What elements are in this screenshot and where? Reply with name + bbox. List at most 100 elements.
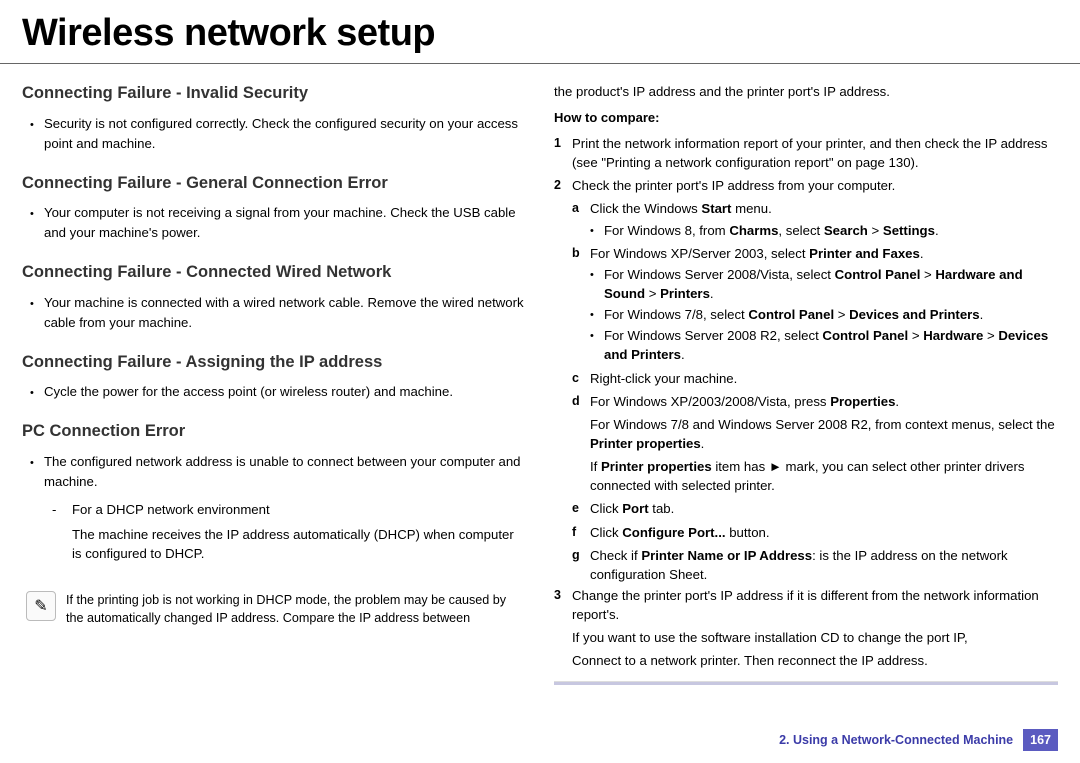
dash-text: For a DHCP network environment	[72, 500, 526, 519]
t: Printer properties	[590, 436, 701, 451]
tail-paragraph: Connect to a network printer. Then recon…	[572, 651, 1058, 670]
t: Click	[590, 525, 622, 540]
t: Printer Name or IP Address	[641, 548, 812, 563]
right-column: the product's IP address and the printer…	[554, 82, 1058, 685]
substep-text: For Windows XP/Server 2003, select Print…	[590, 244, 1058, 263]
sub-paragraph: The machine receives the IP address auto…	[72, 525, 526, 563]
bullet-item: • The configured network address is unab…	[30, 452, 526, 492]
page-title: Wireless network setup	[0, 0, 1080, 64]
t: For Windows Server 2008/Vista, select	[604, 267, 835, 282]
content-columns: Connecting Failure - Invalid Security • …	[0, 64, 1080, 685]
substep-d: d For Windows XP/2003/2008/Vista, press …	[572, 392, 1058, 411]
substep-letter: d	[572, 392, 590, 411]
t: tab.	[649, 501, 675, 516]
bullet-dot-icon: •	[30, 203, 44, 243]
substep-letter: f	[572, 523, 590, 542]
t: Control Panel	[748, 307, 834, 322]
sub-dash-item: - For a DHCP network environment	[52, 500, 526, 519]
step-text: Check the printer port's IP address from…	[572, 176, 1058, 195]
substep-b: b For Windows XP/Server 2003, select Pri…	[572, 244, 1058, 263]
t: For Windows 7/8 and Windows Server 2008 …	[590, 417, 1055, 432]
step-3: 3 Change the printer port's IP address i…	[554, 586, 1058, 624]
t: If	[590, 459, 601, 474]
footer-chapter: 2. Using a Network-Connected Machine	[779, 733, 1013, 747]
substep-f: f Click Configure Port... button.	[572, 523, 1058, 542]
bullet-item: • Cycle the power for the access point (…	[30, 382, 526, 402]
t: button.	[726, 525, 770, 540]
inner-bullet: • For Windows Server 2008/Vista, select …	[590, 265, 1058, 303]
t: .	[920, 246, 924, 261]
t: menu.	[731, 201, 771, 216]
substep-text: Right-click your machine.	[590, 369, 1058, 388]
section-heading: PC Connection Error	[22, 420, 526, 444]
bullet-text: Your machine is connected with a wired n…	[44, 293, 526, 333]
substep-g: g Check if Printer Name or IP Address: i…	[572, 546, 1058, 584]
section-heading: Connecting Failure - General Connection …	[22, 172, 526, 196]
bullet-dot-icon: •	[590, 326, 604, 364]
page-footer: 2. Using a Network-Connected Machine 167	[779, 729, 1058, 751]
t: Configure Port...	[622, 525, 725, 540]
t: Click the Windows	[590, 201, 701, 216]
bullet-text: Cycle the power for the access point (or…	[44, 382, 526, 402]
inner-bullet: • For Windows 8, from Charms, select Sea…	[590, 221, 1058, 240]
note-icon: ✎	[26, 591, 56, 621]
substep-letter: c	[572, 369, 590, 388]
t: Check if	[590, 548, 641, 563]
t: Start	[701, 201, 731, 216]
t: For Windows XP/2003/2008/Vista, press	[590, 394, 830, 409]
substep-text: Click the Windows Start menu.	[590, 199, 1058, 218]
t: Printer properties	[601, 459, 712, 474]
bullet-dot-icon: •	[590, 305, 604, 324]
substep-text: Check if Printer Name or IP Address: is …	[590, 546, 1058, 584]
substep-letter: g	[572, 546, 590, 584]
bullet-dot-icon: •	[30, 452, 44, 492]
t: Control Panel	[835, 267, 921, 282]
inner-bullet: • For Windows Server 2008 R2, select Con…	[590, 326, 1058, 364]
column-separator	[554, 681, 1058, 685]
section-heading: Connecting Failure - Assigning the IP ad…	[22, 351, 526, 375]
t: For Windows 7/8, select	[604, 307, 748, 322]
note-callout: ✎ If the printing job is not working in …	[22, 585, 526, 634]
t: >	[868, 223, 883, 238]
inner-text: For Windows Server 2008/Vista, select Co…	[604, 265, 1058, 303]
substep-letter: b	[572, 244, 590, 263]
bullet-dot-icon: •	[30, 293, 44, 333]
step-2: 2 Check the printer port's IP address fr…	[554, 176, 1058, 195]
t: Settings	[883, 223, 935, 238]
bullet-item: • Security is not configured correctly. …	[30, 114, 526, 154]
bullet-text: Your computer is not receiving a signal …	[44, 203, 526, 243]
substep-letter: a	[572, 199, 590, 218]
inner-paragraph: For Windows 7/8 and Windows Server 2008 …	[590, 415, 1058, 453]
dash-icon: -	[52, 500, 72, 519]
note-text: If the printing job is not working in DH…	[66, 591, 522, 628]
step-number: 3	[554, 586, 572, 624]
t: Charms	[729, 223, 778, 238]
bullet-dot-icon: •	[30, 114, 44, 154]
t: Control Panel	[822, 328, 908, 343]
t: Printer and Faxes	[809, 246, 920, 261]
t: For Windows Server 2008 R2, select	[604, 328, 822, 343]
bullet-text: The configured network address is unable…	[44, 452, 526, 492]
bullet-item: • Your machine is connected with a wired…	[30, 293, 526, 333]
substep-e: e Click Port tab.	[572, 499, 1058, 518]
t: .	[895, 394, 899, 409]
substep-c: c Right-click your machine.	[572, 369, 1058, 388]
step-number: 2	[554, 176, 572, 195]
step-number: 1	[554, 134, 572, 172]
step-1: 1 Print the network information report o…	[554, 134, 1058, 172]
substep-text: For Windows XP/2003/2008/Vista, press Pr…	[590, 392, 1058, 411]
bullet-dot-icon: •	[30, 382, 44, 402]
t: For Windows XP/Server 2003, select	[590, 246, 809, 261]
t: Search	[824, 223, 868, 238]
t: Click	[590, 501, 622, 516]
t: For Windows 8, from	[604, 223, 729, 238]
inner-text: For Windows 7/8, select Control Panel > …	[604, 305, 1058, 324]
t: Hardware	[923, 328, 983, 343]
bullet-dot-icon: •	[590, 265, 604, 303]
t: Properties	[830, 394, 895, 409]
tail-paragraph: If you want to use the software installa…	[572, 628, 1058, 647]
t: Port	[622, 501, 648, 516]
inner-bullet: • For Windows 7/8, select Control Panel …	[590, 305, 1058, 324]
step-text: Change the printer port's IP address if …	[572, 586, 1058, 624]
t: .	[701, 436, 705, 451]
